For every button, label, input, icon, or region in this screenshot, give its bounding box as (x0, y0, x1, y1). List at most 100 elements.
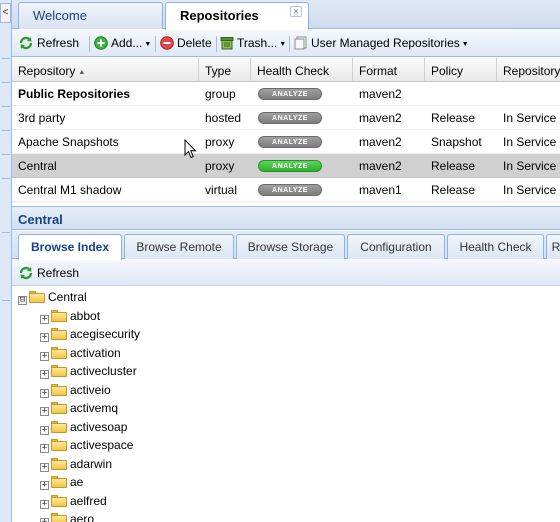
strip-divider (2, 300, 10, 301)
analyze-button[interactable]: ANALYZE (258, 184, 322, 196)
repository-name-cell: 3rd party (18, 111, 66, 125)
repository-type-cell: proxy (205, 159, 235, 173)
detail-tabstrip: Browse Index Browse Remote Browse Storag… (12, 231, 560, 260)
expand-node-icon[interactable]: + (40, 314, 49, 324)
tree-node[interactable]: + activemq (40, 399, 118, 417)
tab-overflow[interactable]: R (546, 234, 560, 259)
folder-icon (51, 439, 67, 451)
add-button[interactable]: Add... ▼ (94, 35, 151, 53)
repositories-grid-body: Public Repositories group ANALYZE maven2… (12, 82, 560, 202)
refresh-icon (19, 36, 33, 50)
expand-node-icon[interactable]: + (40, 481, 49, 490)
expand-node-icon[interactable]: + (40, 407, 49, 416)
column-header-health-check[interactable]: Health Check (251, 58, 353, 82)
table-row-selected[interactable]: Central proxy ANALYZE maven2 Release In … (12, 154, 560, 178)
health-check-cell: ANALYZE (258, 106, 348, 130)
tab-health-check[interactable]: Health Check (447, 234, 544, 259)
tree-node[interactable]: + activecluster (40, 362, 137, 380)
toolbar-separator (89, 36, 90, 52)
expand-node-icon[interactable]: + (40, 388, 49, 398)
column-header-format[interactable]: Format (353, 58, 425, 82)
tab-configuration[interactable]: Configuration (347, 234, 445, 259)
expand-node-icon[interactable]: + (40, 499, 49, 509)
tree-node[interactable]: + adarwin (40, 455, 112, 473)
expand-node-icon[interactable]: + (40, 518, 49, 522)
tab-browse-index[interactable]: Browse Index (18, 234, 122, 260)
column-header-type[interactable]: Type (199, 58, 251, 82)
column-header-repository-status[interactable]: Repository (497, 58, 560, 82)
repository-type-cell: group (205, 87, 236, 101)
tab-label: Welcome (33, 8, 87, 23)
main-tabstrip: Welcome Repositories × (12, 0, 560, 30)
expand-node-icon[interactable]: + (40, 351, 49, 361)
expand-node-icon[interactable]: + (40, 370, 49, 379)
collapse-node-icon[interactable]: ⊟ (18, 296, 27, 305)
repository-name-cell: Public Repositories (18, 87, 131, 101)
repository-type-cell: proxy (205, 135, 235, 149)
expand-node-icon[interactable]: + (40, 425, 49, 435)
repository-name-cell: Central M1 shadow (18, 183, 122, 197)
analyze-button[interactable]: ANALYZE (258, 136, 322, 148)
delete-label: Delete (177, 36, 212, 50)
analyze-button-active[interactable]: ANALYZE (258, 160, 322, 172)
repository-policy-cell: Release (431, 111, 476, 125)
repository-format-cell: maven2 (359, 87, 402, 101)
tab-browse-remote[interactable]: Browse Remote (124, 234, 234, 259)
strip-divider (2, 178, 10, 179)
collapse-left-button[interactable]: < (0, 3, 11, 23)
tree-node[interactable]: + activespace (40, 436, 133, 454)
sort-ascending-icon: ▲ (78, 69, 86, 76)
tree-node[interactable]: + aelfred (40, 492, 107, 510)
column-header-repository[interactable]: Repository ▲ (12, 58, 199, 82)
close-tab-icon[interactable]: × (290, 6, 302, 17)
table-row[interactable]: 3rd party hosted ANALYZE maven2 Release … (12, 106, 560, 130)
dropdown-arrow-icon: ▼ (461, 41, 469, 48)
tree-node-root[interactable]: ⊟ Central (18, 288, 87, 306)
tab-browse-storage[interactable]: Browse Storage (236, 234, 345, 259)
tab-welcome[interactable]: Welcome (18, 2, 163, 29)
user-managed-repositories-button[interactable]: User Managed Repositories ▼ (294, 35, 469, 53)
tree-node-label: Central (48, 290, 87, 304)
folder-icon (51, 309, 67, 322)
strip-divider (2, 106, 10, 107)
left-panel-strip: < (0, 0, 12, 522)
tree-node[interactable]: + activesoap (40, 418, 127, 436)
expand-node-icon[interactable]: + (40, 444, 49, 453)
table-row[interactable]: Central M1 shadow virtual ANALYZE maven1… (12, 178, 560, 202)
browse-refresh-button[interactable]: Refresh (18, 265, 79, 283)
analyze-button[interactable]: ANALYZE (258, 112, 322, 124)
add-icon (94, 36, 108, 50)
analyze-button[interactable]: ANALYZE (258, 88, 322, 100)
tree-node-label: activation (70, 345, 121, 360)
repositories-grid-header: Repository ▲ Type Health Check Format Pol… (12, 58, 560, 82)
delete-button[interactable]: Delete (160, 35, 212, 53)
table-row[interactable]: Apache Snapshots proxy ANALYZE maven2 Sn… (12, 130, 560, 154)
tree-node[interactable]: + activeio (40, 381, 111, 399)
tree-node-label: activespace (70, 438, 134, 452)
column-header-label: Health Check (257, 64, 330, 78)
tree-node-label: aelfred (70, 493, 107, 508)
tree-node-label: activesoap (70, 419, 128, 434)
refresh-button[interactable]: Refresh (18, 35, 79, 53)
expand-node-icon[interactable]: + (40, 462, 49, 472)
column-header-policy[interactable]: Policy (425, 58, 497, 82)
tree-node-label: acegisecurity (70, 327, 141, 341)
health-check-cell: ANALYZE (258, 130, 348, 154)
repositories-icon (294, 36, 307, 50)
trash-button[interactable]: Trash... ▼ (220, 35, 286, 53)
repository-name-cell: Apache Snapshots (18, 135, 119, 149)
repository-index-tree: ⊟ Central + abbot + acegisecurity + activati… (12, 287, 560, 522)
table-row[interactable]: Public Repositories group ANALYZE maven2 (12, 82, 560, 106)
tree-node[interactable]: + activation (40, 344, 121, 362)
tree-node[interactable]: + ae (40, 473, 83, 491)
repository-status-cell (497, 82, 560, 106)
tree-node[interactable]: + aero (40, 510, 94, 522)
tree-node[interactable]: + abbot (40, 307, 100, 325)
health-check-cell: ANALYZE (258, 154, 348, 178)
column-header-label: Type (205, 64, 232, 78)
expand-node-icon[interactable]: + (40, 333, 49, 342)
tree-node[interactable]: + acegisecurity (40, 325, 140, 343)
trash-label: Trash... (237, 36, 278, 50)
tab-repositories[interactable]: Repositories × (165, 2, 309, 30)
folder-icon (51, 402, 67, 414)
